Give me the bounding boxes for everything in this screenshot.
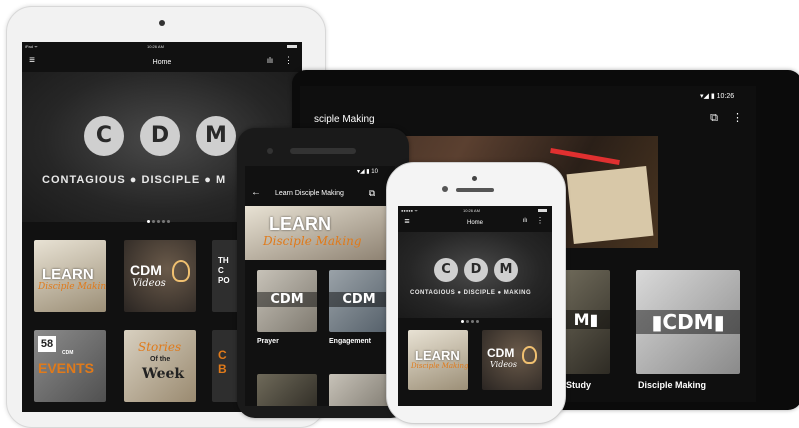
tagline: CONTAGIOUS ● DISCIPLE ● MAKING (410, 290, 532, 296)
tile-title: LEARN (415, 348, 460, 363)
chart-icon[interactable]: ılı (264, 57, 276, 65)
iphone-front-camera (442, 186, 448, 192)
tile-subtitle: Disciple Making (411, 362, 468, 370)
tablet-page-title: sciple Making (314, 114, 375, 125)
tile-next[interactable] (329, 374, 389, 406)
tile-title: CDM (130, 262, 162, 278)
tile-events[interactable]: 58 CDM EVENTS (34, 330, 106, 402)
tile-learn[interactable]: LEARN Disciple Making (34, 240, 106, 312)
tile-title: C B (218, 348, 227, 376)
header-subtitle: Disciple Making (263, 234, 362, 248)
tile-label: Engagement (329, 338, 372, 345)
logo-letter: D (140, 116, 180, 156)
tile-text: Week (142, 366, 185, 382)
tile-label: Disciple Making (638, 380, 707, 390)
tile-mark: M▮ (562, 310, 610, 329)
book-shape (566, 166, 654, 244)
logo-letter: C (84, 116, 124, 156)
ipad-status-left: iPad ᯤ (25, 44, 38, 49)
tile-mark: CDM (257, 292, 317, 307)
tile-cdm-videos[interactable]: CDM Videos (124, 240, 196, 312)
tile-subtitle: Videos (490, 360, 517, 369)
tile-subtitle: Videos (132, 278, 166, 289)
tablet-status-time: 10:26 (716, 93, 735, 100)
ipad-status-time: 10:26 AM (147, 44, 164, 49)
ipad-camera (159, 20, 165, 26)
lightbulb-icon (172, 260, 190, 282)
tile-learn[interactable]: LEARN Disciple Making (408, 330, 468, 390)
tile-title: LEARN (42, 266, 94, 283)
android-status: ▾◢ ▮ 10 (357, 169, 378, 175)
tile-title: EVENTS (38, 360, 95, 376)
android-screen: ▾◢ ▮ 10 ← Learn Disciple Making ⧉ LEARN … (245, 166, 395, 406)
android-status-time: 10 (371, 169, 378, 175)
logo-letter: C (434, 258, 458, 282)
tile-cdm-videos[interactable]: CDM Videos (482, 330, 542, 390)
tile-mark: CDM (329, 292, 389, 307)
tile-stories[interactable]: Stories Of the Week (124, 330, 196, 402)
logo-letter: M (494, 258, 518, 282)
chart-icon[interactable]: ılı (520, 218, 530, 224)
pen-shape (550, 147, 620, 166)
battery-icon (287, 45, 297, 48)
cast-icon[interactable]: ⧉ (708, 113, 720, 124)
tile-title: CDM (487, 346, 515, 360)
cast-icon[interactable]: ⧉ (367, 189, 377, 198)
tile-next[interactable] (257, 374, 317, 406)
events-badge: 58 (38, 336, 56, 352)
header-title: LEARN (269, 214, 331, 234)
iphone-camera (472, 176, 477, 181)
logo-letter: D (464, 258, 488, 282)
android-camera (267, 148, 273, 154)
iphone-screen: ●●●●● ᯤ 10:26 AM ≡ Home ılı ⋮ C D M CONT… (398, 206, 552, 406)
back-arrow-icon[interactable]: ← (251, 188, 261, 198)
android-page-title: Learn Disciple Making (275, 190, 344, 197)
battery-icon (538, 209, 547, 212)
iphone-status-left: ●●●●● ᯤ (401, 208, 418, 213)
iphone-hero-banner[interactable]: C D M CONTAGIOUS ● DISCIPLE ● MAKING (398, 232, 552, 323)
iphone-status-time: 10:26 AM (463, 208, 480, 213)
tile-title: Stories (138, 340, 182, 354)
tile-label: Prayer (257, 338, 279, 345)
logo-letter: M (196, 116, 236, 156)
tablet-status: ▾◢ ▮ 10:26 (700, 93, 735, 100)
android-header-image: LEARN Disciple Making (245, 206, 395, 260)
more-vert-icon[interactable]: ⋮ (732, 113, 743, 124)
tile-prayer[interactable]: CDM (257, 270, 317, 332)
tile-subtitle: Disciple Making (38, 282, 106, 292)
tagline: CONTAGIOUS ● DISCIPLE ● M (42, 174, 227, 186)
more-vert-icon[interactable]: ⋮ (536, 217, 544, 225)
tile-small: CDM (62, 350, 74, 356)
tile-mark: ▮CDM▮ (636, 310, 740, 334)
more-vert-icon[interactable]: ⋮ (284, 56, 293, 65)
ipad-page-title: Home (152, 59, 172, 66)
tile-engagement[interactable]: CDM (329, 270, 389, 332)
tile-bible-study[interactable]: M▮ (562, 270, 610, 374)
tile-disciple-making[interactable]: ▮CDM▮ (636, 270, 740, 374)
tile-title: TH C PO (218, 256, 230, 285)
lightbulb-icon (522, 346, 537, 364)
tile-text: Of the (150, 356, 171, 363)
iphone-speaker (456, 188, 494, 192)
android-speaker (290, 148, 356, 154)
carousel-dots[interactable] (460, 310, 480, 328)
carousel-dots[interactable] (146, 210, 171, 228)
